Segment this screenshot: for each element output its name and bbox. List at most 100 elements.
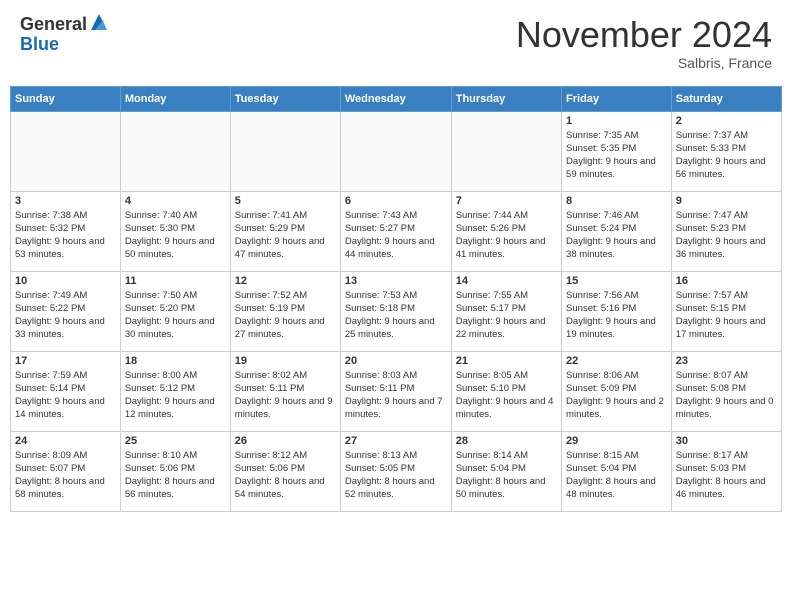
calendar-cell: 24Sunrise: 8:09 AM Sunset: 5:07 PM Dayli… — [11, 431, 121, 511]
weekday-header-thursday: Thursday — [451, 86, 561, 111]
day-number: 8 — [566, 195, 667, 207]
day-number: 1 — [566, 115, 667, 127]
day-info: Sunrise: 7:56 AM Sunset: 5:16 PM Dayligh… — [566, 289, 667, 342]
day-number: 26 — [235, 435, 336, 447]
day-number: 4 — [125, 195, 226, 207]
day-number: 15 — [566, 275, 667, 287]
calendar-cell: 18 Sunrise: 8:00 AM Sunset: 5:12 PM Dayli… — [120, 351, 230, 431]
calendar-cell: 23 Sunrise: 8:07 AM Sunset: 5:08 PM Dayli… — [671, 351, 781, 431]
calendar-cell — [451, 111, 561, 191]
calendar-cell: 15 Sunrise: 7:56 AM Sunset: 5:16 PM Dayli… — [562, 271, 672, 351]
calendar-cell: 19Sunrise: 8:02 AM Sunset: 5:11 PM Dayli… — [230, 351, 340, 431]
day-number: 17 — [15, 355, 116, 367]
day-number: 23 — [676, 355, 777, 367]
day-number: 18 — [125, 355, 226, 367]
day-number: 6 — [345, 195, 447, 207]
day-number: 9 — [676, 195, 777, 207]
day-info: Sunrise: 7:40 AM Sunset: 5:30 PM Dayligh… — [125, 209, 226, 262]
day-info: Sunrise: 8:10 AM Sunset: 5:06 PM Dayligh… — [125, 449, 226, 502]
calendar-cell: 6 Sunrise: 7:43 AM Sunset: 5:27 PM Daylig… — [340, 191, 451, 271]
calendar-cell: 3Sunrise: 7:38 AM Sunset: 5:32 PM Daylig… — [11, 191, 121, 271]
day-info: Sunrise: 7:53 AM Sunset: 5:18 PM Dayligh… — [345, 289, 447, 342]
day-info: Sunrise: 7:59 AM Sunset: 5:14 PM Dayligh… — [15, 369, 116, 422]
day-number: 29 — [566, 435, 667, 447]
weekday-header-row: SundayMondayTuesdayWednesdayThursdayFrid… — [11, 86, 782, 111]
calendar-cell: 30 Sunrise: 8:17 AM Sunset: 5:03 PM Dayli… — [671, 431, 781, 511]
day-number: 19 — [235, 355, 336, 367]
header: General Blue November 2024 Salbris, Fran… — [10, 10, 782, 76]
day-number: 14 — [456, 275, 557, 287]
week-row-4: 17 Sunrise: 7:59 AM Sunset: 5:14 PM Dayli… — [11, 351, 782, 431]
logo-icon — [89, 12, 109, 32]
title-section: November 2024 Salbris, France — [516, 15, 772, 71]
calendar-cell: 28 Sunrise: 8:14 AM Sunset: 5:04 PM Dayli… — [451, 431, 561, 511]
calendar-cell: 21 Sunrise: 8:05 AM Sunset: 5:10 PM Dayli… — [451, 351, 561, 431]
calendar: SundayMondayTuesdayWednesdayThursdayFrid… — [10, 86, 782, 512]
logo: General Blue — [20, 15, 109, 55]
month-title: November 2024 — [516, 15, 772, 55]
calendar-cell — [11, 111, 121, 191]
calendar-cell: 25Sunrise: 8:10 AM Sunset: 5:06 PM Dayli… — [120, 431, 230, 511]
location: Salbris, France — [516, 55, 772, 71]
day-number: 10 — [15, 275, 116, 287]
calendar-cell: 16Sunrise: 7:57 AM Sunset: 5:15 PM Dayli… — [671, 271, 781, 351]
day-info: Sunrise: 7:44 AM Sunset: 5:26 PM Dayligh… — [456, 209, 557, 262]
day-number: 20 — [345, 355, 447, 367]
day-info: Sunrise: 8:05 AM Sunset: 5:10 PM Dayligh… — [456, 369, 557, 422]
day-info: Sunrise: 7:57 AM Sunset: 5:15 PM Dayligh… — [676, 289, 777, 342]
calendar-cell: 17 Sunrise: 7:59 AM Sunset: 5:14 PM Dayli… — [11, 351, 121, 431]
calendar-cell: 8Sunrise: 7:46 AM Sunset: 5:24 PM Daylig… — [562, 191, 672, 271]
day-number: 22 — [566, 355, 667, 367]
calendar-cell: 12 Sunrise: 7:52 AM Sunset: 5:19 PM Dayli… — [230, 271, 340, 351]
day-info: Sunrise: 8:13 AM Sunset: 5:05 PM Dayligh… — [345, 449, 447, 502]
calendar-cell: 5 Sunrise: 7:41 AM Sunset: 5:29 PM Daylig… — [230, 191, 340, 271]
day-info: Sunrise: 8:07 AM Sunset: 5:08 PM Dayligh… — [676, 369, 777, 422]
day-info: Sunrise: 7:37 AM Sunset: 5:33 PM Dayligh… — [676, 129, 777, 182]
day-info: Sunrise: 8:00 AM Sunset: 5:12 PM Dayligh… — [125, 369, 226, 422]
day-number: 7 — [456, 195, 557, 207]
day-info: Sunrise: 7:43 AM Sunset: 5:27 PM Dayligh… — [345, 209, 447, 262]
week-row-2: 3Sunrise: 7:38 AM Sunset: 5:32 PM Daylig… — [11, 191, 782, 271]
day-number: 12 — [235, 275, 336, 287]
day-number: 28 — [456, 435, 557, 447]
day-info: Sunrise: 7:41 AM Sunset: 5:29 PM Dayligh… — [235, 209, 336, 262]
day-info: Sunrise: 8:03 AM Sunset: 5:11 PM Dayligh… — [345, 369, 447, 422]
week-row-5: 24Sunrise: 8:09 AM Sunset: 5:07 PM Dayli… — [11, 431, 782, 511]
weekday-header-sunday: Sunday — [11, 86, 121, 111]
logo-blue-text: Blue — [20, 35, 109, 55]
weekday-header-tuesday: Tuesday — [230, 86, 340, 111]
week-row-1: 1 Sunrise: 7:35 AM Sunset: 5:35 PM Daylig… — [11, 111, 782, 191]
day-info: Sunrise: 8:14 AM Sunset: 5:04 PM Dayligh… — [456, 449, 557, 502]
calendar-cell: 4 Sunrise: 7:40 AM Sunset: 5:30 PM Daylig… — [120, 191, 230, 271]
calendar-cell — [120, 111, 230, 191]
calendar-cell: 27Sunrise: 8:13 AM Sunset: 5:05 PM Dayli… — [340, 431, 451, 511]
calendar-cell: 11 Sunrise: 7:50 AM Sunset: 5:20 PM Dayli… — [120, 271, 230, 351]
day-number: 2 — [676, 115, 777, 127]
day-info: Sunrise: 7:50 AM Sunset: 5:20 PM Dayligh… — [125, 289, 226, 342]
day-info: Sunrise: 8:15 AM Sunset: 5:04 PM Dayligh… — [566, 449, 667, 502]
day-number: 30 — [676, 435, 777, 447]
weekday-header-monday: Monday — [120, 86, 230, 111]
day-info: Sunrise: 7:47 AM Sunset: 5:23 PM Dayligh… — [676, 209, 777, 262]
day-number: 13 — [345, 275, 447, 287]
calendar-cell: 7 Sunrise: 7:44 AM Sunset: 5:26 PM Daylig… — [451, 191, 561, 271]
day-info: Sunrise: 8:17 AM Sunset: 5:03 PM Dayligh… — [676, 449, 777, 502]
calendar-cell — [340, 111, 451, 191]
calendar-cell: 20 Sunrise: 8:03 AM Sunset: 5:11 PM Dayli… — [340, 351, 451, 431]
calendar-cell: 13 Sunrise: 7:53 AM Sunset: 5:18 PM Dayli… — [340, 271, 451, 351]
weekday-header-friday: Friday — [562, 86, 672, 111]
logo-general-text: General — [20, 15, 87, 35]
day-number: 21 — [456, 355, 557, 367]
day-info: Sunrise: 8:12 AM Sunset: 5:06 PM Dayligh… — [235, 449, 336, 502]
calendar-cell: 9 Sunrise: 7:47 AM Sunset: 5:23 PM Daylig… — [671, 191, 781, 271]
day-number: 3 — [15, 195, 116, 207]
day-number: 24 — [15, 435, 116, 447]
calendar-cell: 2 Sunrise: 7:37 AM Sunset: 5:33 PM Daylig… — [671, 111, 781, 191]
calendar-cell: 22Sunrise: 8:06 AM Sunset: 5:09 PM Dayli… — [562, 351, 672, 431]
day-info: Sunrise: 7:35 AM Sunset: 5:35 PM Dayligh… — [566, 129, 667, 182]
day-info: Sunrise: 7:52 AM Sunset: 5:19 PM Dayligh… — [235, 289, 336, 342]
calendar-cell: 14Sunrise: 7:55 AM Sunset: 5:17 PM Dayli… — [451, 271, 561, 351]
day-number: 5 — [235, 195, 336, 207]
calendar-cell: 26 Sunrise: 8:12 AM Sunset: 5:06 PM Dayli… — [230, 431, 340, 511]
day-number: 11 — [125, 275, 226, 287]
